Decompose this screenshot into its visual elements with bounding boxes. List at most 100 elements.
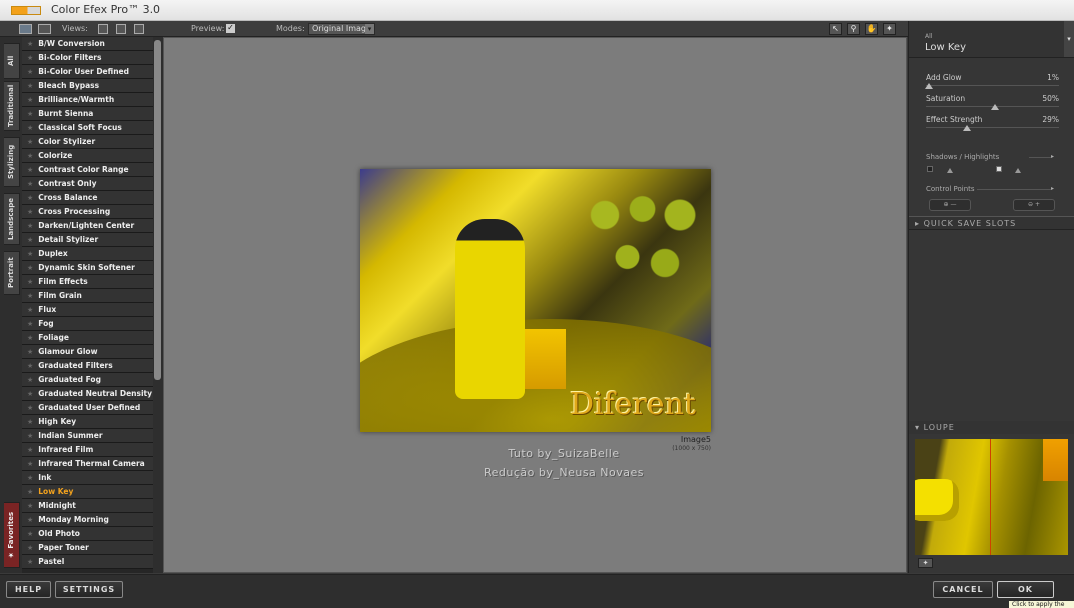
favorite-star-icon[interactable]: ★ <box>27 96 33 104</box>
favorite-star-icon[interactable]: ★ <box>27 194 33 202</box>
filter-item[interactable]: ★ Brilliance/Warmth <box>22 93 153 107</box>
favorite-star-icon[interactable]: ★ <box>27 516 33 524</box>
favorite-star-icon[interactable]: ★ <box>27 362 33 370</box>
slider-effect-strength[interactable]: Effect Strength 29% <box>926 115 1059 133</box>
favorite-star-icon[interactable]: ★ <box>27 502 33 510</box>
settings-button[interactable]: SETTINGS <box>55 581 123 598</box>
filter-item[interactable]: ★ Indian Summer <box>22 429 153 443</box>
filter-header[interactable]: All Low Key ▾ <box>909 21 1074 58</box>
slider-track[interactable] <box>926 85 1059 86</box>
filter-item[interactable]: ★ Paper Toner <box>22 541 153 555</box>
hand-icon[interactable]: ✋ <box>865 23 878 35</box>
favorite-star-icon[interactable]: ★ <box>27 110 33 118</box>
chevron-down-icon[interactable]: ▾ <box>1064 21 1074 57</box>
favorite-star-icon[interactable]: ★ <box>27 222 33 230</box>
chevron-right-icon[interactable]: ▸ <box>1051 185 1054 192</box>
filter-item[interactable]: ★ Fog <box>22 317 153 331</box>
favorite-star-icon[interactable]: ★ <box>27 68 33 76</box>
favorite-star-icon[interactable]: ★ <box>27 250 33 258</box>
favorite-star-icon[interactable]: ★ <box>27 320 33 328</box>
filter-item[interactable]: ★ Ink <box>22 471 153 485</box>
favorite-star-icon[interactable]: ★ <box>27 82 33 90</box>
preview-checkbox[interactable]: ✓ <box>226 24 235 33</box>
favorite-star-icon[interactable]: ★ <box>27 180 33 188</box>
tab-all[interactable]: All <box>4 43 20 79</box>
filter-item[interactable]: ★ Classical Soft Focus <box>22 121 153 135</box>
loupe-view[interactable] <box>915 439 1068 555</box>
favorite-star-icon[interactable]: ★ <box>27 278 33 286</box>
loupe-pin-icon[interactable]: ✦ <box>883 23 896 35</box>
filter-item[interactable]: ★ Flux <box>22 303 153 317</box>
modes-select[interactable]: Original Image ▾ <box>308 23 375 35</box>
favorite-star-icon[interactable]: ★ <box>27 306 33 314</box>
filter-item[interactable]: ★ Duplex <box>22 247 153 261</box>
favorite-star-icon[interactable]: ★ <box>27 152 33 160</box>
favorite-star-icon[interactable]: ★ <box>27 236 33 244</box>
favorite-star-icon[interactable]: ★ <box>27 488 33 496</box>
favorite-star-icon[interactable]: ★ <box>27 544 33 552</box>
slider-knob[interactable] <box>963 125 971 131</box>
favorite-star-icon[interactable]: ★ <box>27 40 33 48</box>
favorite-star-icon[interactable]: ★ <box>27 292 33 300</box>
control-points-label[interactable]: Control Points <box>926 185 975 193</box>
chevron-right-icon[interactable]: ▸ <box>1051 153 1054 160</box>
favorite-star-icon[interactable]: ★ <box>27 558 33 566</box>
loupe-pin-icon[interactable]: ✦ <box>918 558 933 568</box>
filter-list-scrollbar[interactable] <box>153 37 163 573</box>
filter-item[interactable]: ★ High Key <box>22 415 153 429</box>
tab-stylizing[interactable]: Stylizing <box>4 137 20 187</box>
filter-item[interactable]: ★ Glamour Glow <box>22 345 153 359</box>
favorite-star-icon[interactable]: ★ <box>27 474 33 482</box>
filter-item[interactable]: ★ Film Grain <box>22 289 153 303</box>
tab-favorites[interactable]: ★ Favorites <box>4 502 20 568</box>
filter-item[interactable]: ★ Color Stylizer <box>22 135 153 149</box>
filter-item[interactable]: ★ Bleach Bypass <box>22 79 153 93</box>
filter-item[interactable]: ★ Graduated Fog <box>22 373 153 387</box>
quick-save-slots-header[interactable]: ▸ QUICK SAVE SLOTS <box>909 216 1074 230</box>
filter-item[interactable]: ★ Dynamic Skin Softener <box>22 261 153 275</box>
view-mode-single-icon[interactable] <box>19 24 32 34</box>
filter-item[interactable]: ★ Monday Morning <box>22 513 153 527</box>
favorite-star-icon[interactable]: ★ <box>27 446 33 454</box>
favorite-star-icon[interactable]: ★ <box>27 432 33 440</box>
favorite-star-icon[interactable]: ★ <box>27 208 33 216</box>
highlights-knob[interactable] <box>1015 168 1021 173</box>
favorite-star-icon[interactable]: ★ <box>27 348 33 356</box>
favorite-star-icon[interactable]: ★ <box>27 418 33 426</box>
zoom-icon[interactable]: ⚲ <box>847 23 860 35</box>
slider-knob[interactable] <box>991 104 999 110</box>
shadows-knob[interactable] <box>947 168 953 173</box>
tab-traditional[interactable]: Traditional <box>4 81 20 131</box>
tab-landscape[interactable]: Landscape <box>4 193 20 245</box>
favorite-star-icon[interactable]: ★ <box>27 54 33 62</box>
view-side-by-side-button[interactable] <box>134 24 144 34</box>
filter-item[interactable]: ★ Graduated User Defined <box>22 401 153 415</box>
loupe-header[interactable]: ▾ LOUPE <box>909 421 1074 434</box>
slider-track[interactable] <box>926 127 1059 128</box>
filter-item[interactable]: ★ Contrast Only <box>22 177 153 191</box>
filter-item[interactable]: ★ Midnight <box>22 499 153 513</box>
favorite-star-icon[interactable]: ★ <box>27 334 33 342</box>
favorite-star-icon[interactable]: ★ <box>27 530 33 538</box>
filter-item[interactable]: ★ Bi-Color User Defined <box>22 65 153 79</box>
filter-item[interactable]: ★ Old Photo <box>22 527 153 541</box>
scrollbar-thumb[interactable] <box>154 40 161 380</box>
filter-item[interactable]: ★ Foliage <box>22 331 153 345</box>
filter-item[interactable]: ★ Bi-Color Filters <box>22 51 153 65</box>
filter-item[interactable]: ★ Graduated Neutral Density <box>22 387 153 401</box>
filter-item[interactable]: ★ Darken/Lighten Center <box>22 219 153 233</box>
view-split-button[interactable] <box>116 24 126 34</box>
favorite-star-icon[interactable]: ★ <box>27 376 33 384</box>
preview-image[interactable]: Diferent <box>360 169 711 432</box>
arrow-icon[interactable]: ↖ <box>829 23 842 35</box>
add-control-point-button[interactable]: ⊕ — <box>929 199 971 211</box>
tab-portrait[interactable]: Portrait <box>4 251 20 295</box>
slider-add-glow[interactable]: Add Glow 1% <box>925 73 1059 91</box>
filter-item[interactable]: ★ Cross Processing <box>22 205 153 219</box>
favorite-star-icon[interactable]: ★ <box>27 166 33 174</box>
help-button[interactable]: HELP <box>6 581 51 598</box>
shadows-highlights-label[interactable]: Shadows / Highlights <box>926 153 999 161</box>
view-single-button[interactable] <box>98 24 108 34</box>
ok-button[interactable]: OK <box>997 581 1054 598</box>
filter-item[interactable]: ★ Low Key <box>22 485 153 499</box>
